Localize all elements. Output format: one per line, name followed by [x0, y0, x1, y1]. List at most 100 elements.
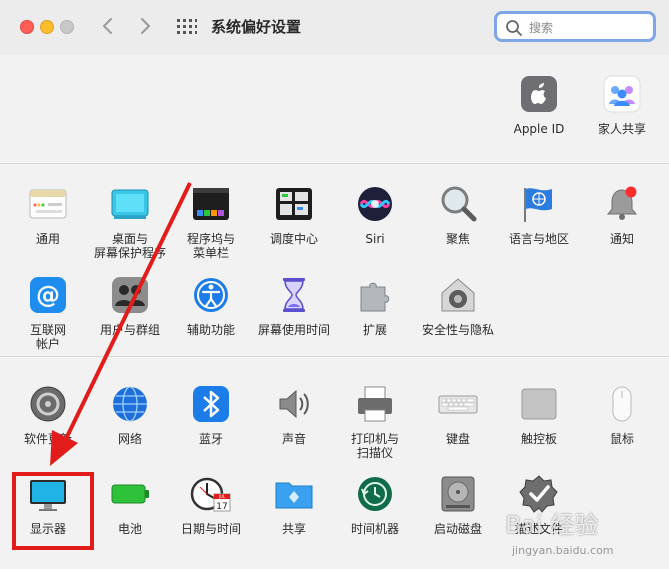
close-window-button[interactable] — [20, 20, 34, 34]
minimize-window-button[interactable] — [40, 20, 54, 34]
mission-control-icon — [276, 188, 312, 220]
desktop-screensaver-label: 桌面与 屏幕保护程序 — [93, 232, 166, 260]
pref-screen-time[interactable]: 屏幕使用时间 — [256, 273, 332, 337]
pref-mission-control[interactable]: 调度中心 — [256, 182, 332, 246]
date-time-label: 日期与时间 — [180, 522, 241, 536]
pref-software-update[interactable]: 软件更新 — [10, 382, 86, 446]
time-machine-icon — [358, 477, 392, 511]
pref-desktop-screensaver[interactable]: 桌面与 屏幕保护程序 — [92, 182, 168, 260]
security-privacy-label: 安全性与隐私 — [421, 323, 494, 337]
pref-spotlight[interactable]: 聚焦 — [420, 182, 496, 246]
network-label: 网络 — [117, 432, 142, 446]
pref-users-groups[interactable]: 用户与群组 — [92, 273, 168, 337]
general-label: 通用 — [35, 232, 60, 246]
pref-language-region[interactable]: 语言与地区 — [501, 182, 577, 246]
internet-accounts-label: 互联网 帐户 — [29, 323, 66, 351]
mouse-icon — [612, 386, 632, 422]
pref-security-privacy[interactable]: 安全性与隐私 — [420, 273, 496, 337]
spotlight-label: 聚焦 — [445, 232, 470, 246]
apple-id-icon — [521, 76, 557, 112]
sound-icon — [279, 389, 309, 419]
pref-family-sharing[interactable]: 家人共享 — [584, 72, 660, 136]
pref-accessibility[interactable]: 辅助功能 — [173, 273, 249, 337]
siri-label: Siri — [365, 232, 385, 246]
displays-highlight-box — [12, 472, 94, 550]
dock-menubar-icon — [193, 188, 229, 220]
search-input[interactable] — [527, 17, 651, 39]
title-bar: 系统偏好设置 — [0, 0, 669, 54]
pref-apple-id[interactable]: Apple ID — [501, 72, 577, 136]
pref-time-machine[interactable]: 时间机器 — [337, 472, 413, 536]
pref-network[interactable]: 网络 — [92, 382, 168, 446]
mission-control-label: 调度中心 — [269, 232, 318, 246]
trackpad-icon — [521, 388, 557, 420]
date-time-icon: JUL 17 — [190, 477, 231, 512]
accessibility-label: 辅助功能 — [186, 323, 235, 337]
back-button[interactable] — [96, 14, 120, 38]
search-field[interactable] — [494, 11, 656, 42]
pref-printers-scanners[interactable]: 打印机与 扫描仪 — [337, 382, 413, 460]
battery-label: 电池 — [117, 522, 142, 536]
pref-sharing[interactable]: 共享 — [256, 472, 332, 536]
pref-startup-disk[interactable]: 启动磁盘 — [420, 472, 496, 536]
general-icon — [29, 189, 67, 219]
chevron-right-icon — [141, 18, 150, 34]
chevron-left-icon — [103, 18, 112, 34]
screen-time-icon — [283, 278, 305, 312]
pref-siri[interactable]: Siri — [337, 182, 413, 246]
sound-label: 声音 — [281, 432, 306, 446]
family-sharing-icon — [603, 75, 641, 113]
grid-icon — [177, 19, 197, 34]
bluetooth-label: 蓝牙 — [198, 432, 223, 446]
sharing-label: 共享 — [281, 522, 306, 536]
startup-disk-label: 启动磁盘 — [433, 522, 482, 536]
calendar-month: JUL — [218, 494, 226, 499]
printers-scanners-label: 打印机与 扫描仪 — [350, 432, 399, 460]
notifications-label: 通知 — [609, 232, 634, 246]
internet-accounts-icon: @ — [30, 277, 66, 313]
time-machine-label: 时间机器 — [350, 522, 399, 536]
screen-time-label: 屏幕使用时间 — [257, 323, 330, 337]
pref-mouse[interactable]: 鼠标 — [584, 382, 660, 446]
pref-keyboard[interactable]: 键盘 — [420, 382, 496, 446]
accessibility-icon — [194, 278, 228, 312]
users-groups-label: 用户与群组 — [99, 323, 160, 337]
pref-bluetooth[interactable]: 蓝牙 — [173, 382, 249, 446]
pref-date-time[interactable]: JUL 17 日期与时间 — [173, 472, 249, 536]
forward-button[interactable] — [133, 14, 157, 38]
pref-extensions[interactable]: 扩展 — [337, 273, 413, 337]
startup-disk-icon — [441, 476, 475, 512]
mouse-label: 鼠标 — [609, 432, 634, 446]
pref-general[interactable]: 通用 — [10, 182, 86, 246]
users-groups-icon — [112, 277, 148, 313]
trackpad-label: 触控板 — [520, 432, 557, 446]
notifications-icon — [606, 186, 638, 220]
siri-icon — [358, 187, 392, 221]
extensions-label: 扩展 — [362, 323, 387, 337]
extensions-icon — [360, 282, 390, 312]
zoom-window-button[interactable] — [60, 20, 74, 34]
dock-menubar-label: 程序坞与 菜单栏 — [186, 232, 235, 260]
apple-id-label: Apple ID — [513, 122, 565, 136]
language-region-icon — [524, 188, 552, 222]
keyboard-label: 键盘 — [445, 432, 470, 446]
pref-internet-accounts[interactable]: @ 互联网 帐户 — [10, 273, 86, 351]
sharing-icon — [275, 482, 313, 509]
desktop-screensaver-icon — [111, 189, 149, 219]
calendar-day: 17 — [216, 502, 227, 512]
pref-dock-menubar[interactable]: 程序坞与 菜单栏 — [173, 182, 249, 260]
pref-battery[interactable]: 电池 — [92, 472, 168, 536]
watermark-brand: Bai 经验 — [505, 511, 599, 539]
language-region-label: 语言与地区 — [508, 232, 569, 246]
bluetooth-icon — [193, 386, 229, 422]
software-update-label: 软件更新 — [23, 432, 72, 446]
pref-sound[interactable]: 声音 — [256, 382, 332, 446]
pref-notifications[interactable]: 通知 — [584, 182, 660, 246]
show-all-button[interactable] — [174, 14, 198, 38]
network-icon — [113, 386, 147, 422]
battery-icon — [111, 484, 149, 504]
keyboard-icon — [438, 395, 478, 414]
security-privacy-icon — [441, 278, 475, 312]
watermark-url: jingyan.baidu.com — [512, 544, 614, 557]
pref-trackpad[interactable]: 触控板 — [501, 382, 577, 446]
